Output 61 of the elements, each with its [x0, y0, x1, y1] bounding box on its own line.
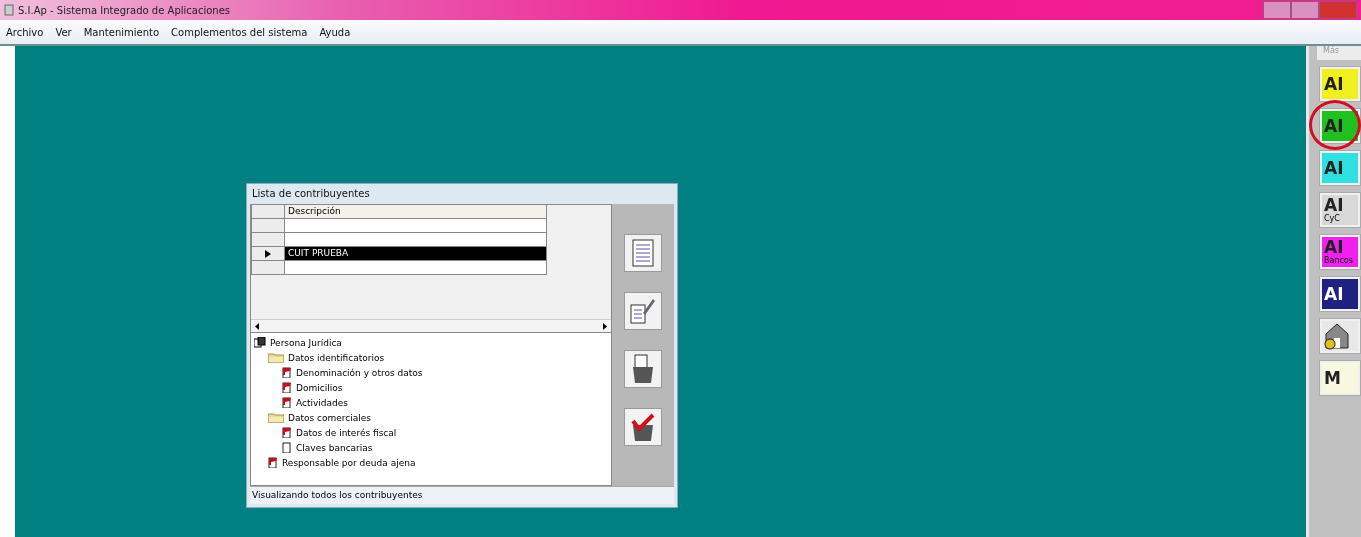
shortcut-label: Bancos — [1324, 256, 1353, 265]
app-shortcut-button[interactable]: AI — [1319, 66, 1361, 102]
toolbar-button[interactable] — [624, 292, 662, 330]
people-icon — [254, 337, 266, 348]
status-bar: Visualizando todos los contribuyentes — [250, 486, 674, 504]
menu-item[interactable]: Mantenimiento — [83, 26, 160, 38]
flagged-document-icon — [268, 457, 278, 468]
tree-item[interactable]: Actividades — [296, 397, 348, 408]
tree-item[interactable]: Datos de interés fiscal — [296, 427, 397, 438]
toolbar-button[interactable] — [624, 350, 662, 388]
menu-item[interactable]: Ver — [55, 26, 72, 38]
maximize-button[interactable] — [1291, 1, 1319, 19]
logo-text: AI — [1324, 117, 1344, 135]
tree-item[interactable]: Datos comerciales — [288, 412, 371, 423]
window-title: S.I.Ap - Sistema Integrado de Aplicaciones — [18, 4, 230, 16]
table-cell[interactable] — [285, 219, 547, 233]
menu-item[interactable]: Ayuda — [319, 26, 351, 38]
menu-item[interactable]: Archivo — [6, 26, 44, 38]
row-header[interactable] — [251, 247, 285, 261]
table-cell[interactable]: CUIT PRUEBA — [285, 247, 547, 261]
logo-text: AI — [1324, 75, 1344, 93]
app-shortcut-button[interactable]: AI — [1319, 108, 1361, 144]
dialog-title: Lista de contribuyentes — [251, 187, 371, 201]
tree-item[interactable]: Domicilios — [296, 382, 343, 393]
flagged-document-icon — [282, 397, 292, 408]
shortcut-label: CyC — [1324, 214, 1340, 223]
logo-text: AI — [1324, 285, 1344, 303]
logo-text: AI — [1324, 159, 1344, 177]
tree-item[interactable]: Datos identificatorios — [288, 352, 385, 363]
app-shortcut-button[interactable]: AI — [1319, 150, 1361, 186]
tree-item[interactable]: Persona Jurídica — [270, 337, 342, 348]
flagged-document-icon — [282, 382, 292, 393]
tree-item[interactable]: Denominación y otros datos — [296, 367, 423, 378]
logo-text: AI — [1324, 197, 1344, 214]
table-cell[interactable] — [285, 261, 547, 275]
scroll-right-icon — [603, 322, 607, 330]
minimize-button[interactable] — [1263, 1, 1291, 19]
app-shortcut-button[interactable]: AI CyC — [1319, 192, 1361, 228]
tree-item[interactable]: Claves bancarias — [296, 442, 373, 453]
table-cell[interactable] — [285, 233, 547, 247]
menu-item[interactable]: Complementos del sistema — [171, 26, 308, 38]
tree-item[interactable]: Responsable por deuda ajena — [282, 457, 416, 468]
flagged-document-icon — [282, 427, 292, 438]
document-icon — [282, 442, 292, 453]
app-shortcut-button[interactable]: AI Bancos — [1319, 234, 1361, 270]
flagged-document-icon — [282, 367, 292, 378]
horizontal-scrollbar[interactable] — [251, 319, 611, 332]
folder-icon — [268, 352, 284, 363]
panel-header: Más — [1317, 46, 1361, 60]
app-icon — [4, 4, 14, 16]
column-header: Descripción — [285, 205, 547, 219]
logo-text: M — [1324, 369, 1341, 387]
toolbar-button[interactable] — [624, 408, 662, 446]
row-pointer-icon — [265, 249, 271, 258]
folder-icon — [268, 412, 284, 423]
toolbar-button[interactable] — [624, 234, 662, 272]
app-shortcut-button[interactable]: AI — [1319, 276, 1361, 312]
scroll-left-icon — [255, 322, 259, 330]
house-icon — [1324, 322, 1350, 350]
logo-text: AI — [1324, 239, 1344, 256]
app-shortcut-button[interactable]: M — [1319, 360, 1361, 396]
